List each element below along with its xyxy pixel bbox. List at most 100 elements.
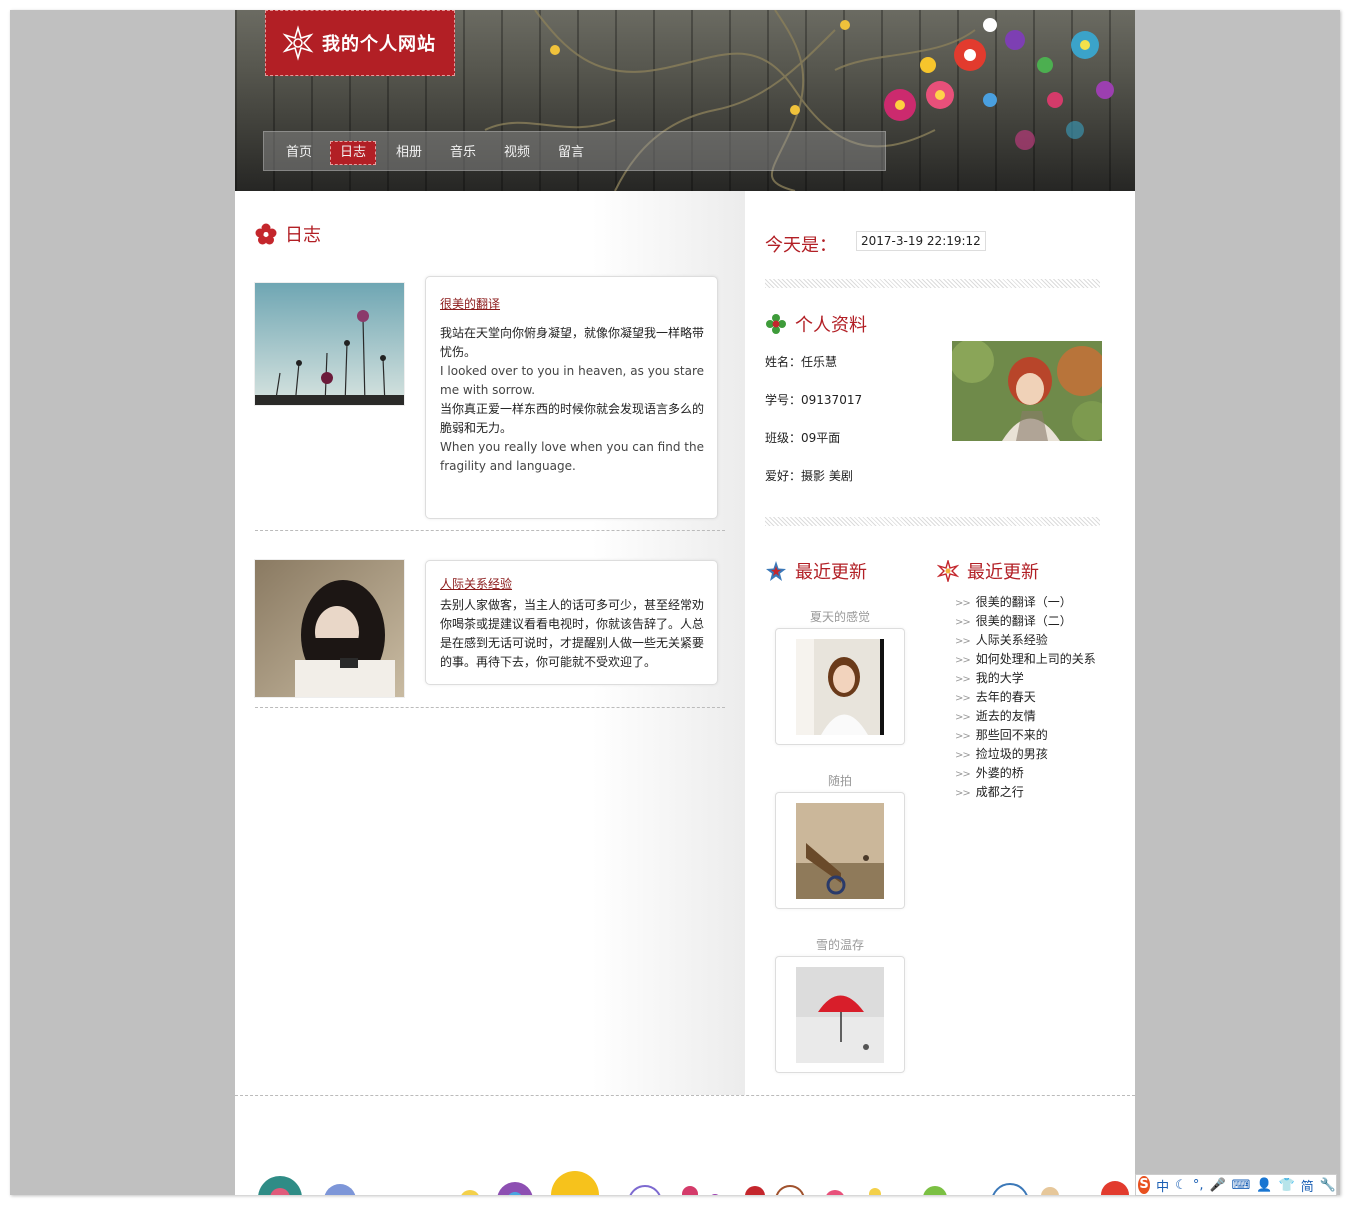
profile-name: 姓名：任乐慧 <box>765 353 837 370</box>
profile-field-label: 姓名： <box>765 355 802 369</box>
keyboard-icon[interactable]: ⌨ <box>1232 1178 1251 1193</box>
moon-icon[interactable]: ☾ <box>1175 1178 1187 1193</box>
profile-title-text: 个人资料 <box>795 315 867 336</box>
microphone-icon[interactable]: 🎤 <box>1209 1178 1225 1193</box>
double-chevron-icon: >> <box>955 674 971 685</box>
profile-field-label: 学号： <box>765 393 802 407</box>
footer-floral-decoration <box>258 1171 1129 1195</box>
section-divider <box>765 279 1100 288</box>
profile-class: 班级：09平面 <box>765 429 840 446</box>
entry-divider <box>255 530 725 531</box>
list-item[interactable]: >> 外婆的桥 <box>955 764 1096 783</box>
ime-simplified-toggle[interactable]: 简 <box>1301 1176 1314 1195</box>
double-chevron-icon: >> <box>955 750 971 761</box>
flower-outline-icon <box>937 560 959 582</box>
nav-item-music[interactable]: 音乐 <box>450 142 476 164</box>
photo-card[interactable] <box>775 792 905 909</box>
list-item[interactable]: >> 逝去的友情 <box>955 707 1096 726</box>
double-chevron-icon: >> <box>955 636 971 647</box>
entry-card: 很美的翻译 我站在天堂向你俯身凝望，就像你凝望我一样略带忧伤。 I looked… <box>425 276 718 519</box>
photo-summer <box>796 638 884 735</box>
ime-toolbar: S 中 ☾ °, 🎤 ⌨ 👤 👕 简 🔧 <box>1135 1174 1337 1196</box>
double-chevron-icon: >> <box>955 617 971 628</box>
skin-shirt-icon[interactable]: 👕 <box>1279 1178 1295 1193</box>
list-item[interactable]: >> 那些回不来的 <box>955 726 1096 745</box>
profile-field-value: 09137017 <box>801 393 863 407</box>
profile-field-value: 09平面 <box>801 431 841 445</box>
photo-snow <box>796 966 884 1063</box>
list-item[interactable]: >> 如何处理和上司的关系 <box>955 650 1096 669</box>
entry-paragraph: I looked over to you in heaven, as you s… <box>440 364 704 397</box>
entry-thumbnail-girl[interactable] <box>255 560 404 697</box>
list-item[interactable]: >> 我的大学 <box>955 669 1096 688</box>
double-chevron-icon: >> <box>955 788 971 799</box>
user-icon[interactable]: 👤 <box>1256 1178 1272 1193</box>
today-label: 今天是： <box>765 235 837 256</box>
entry-title-link[interactable]: 人际关系经验 <box>440 575 704 592</box>
list-item-label: 捡垃圾的男孩 <box>975 747 1048 761</box>
nav-item-album[interactable]: 相册 <box>396 142 422 164</box>
nav-item-blog[interactable]: 日志 <box>330 141 377 165</box>
green-flower-icon <box>766 314 786 334</box>
double-chevron-icon: >> <box>955 731 971 742</box>
sogou-logo-icon[interactable]: S <box>1138 1176 1151 1194</box>
list-item-label: 很美的翻译（一） <box>975 595 1072 609</box>
list-item[interactable]: >> 捡垃圾的男孩 <box>955 745 1096 764</box>
recent-section-title: 最近更新 <box>937 558 1039 584</box>
profile-field-value: 任乐慧 <box>801 355 838 369</box>
profile-field-label: 班级： <box>765 431 802 445</box>
list-item[interactable]: >> 很美的翻译（二） <box>955 612 1096 631</box>
wrench-icon[interactable]: 🔧 <box>1320 1178 1336 1193</box>
nav-item-video[interactable]: 视频 <box>504 142 530 164</box>
photo-caption: 夏天的感觉 <box>809 610 870 624</box>
list-item-label: 人际关系经验 <box>975 633 1048 647</box>
entry-body: 我站在天堂向你俯身凝望，就像你凝望我一样略带忧伤。 I looked over … <box>440 324 704 476</box>
list-item-label: 去年的春天 <box>975 690 1036 704</box>
entry-body: 去别人家做客，当主人的话可多可少，甚至经常劝你喝茶或提建议看看电视时，你就该告辞… <box>440 596 704 672</box>
entry-paragraph: When you really love when you can find t… <box>440 440 704 473</box>
blog-title-text: 日志 <box>285 225 321 246</box>
entry-paragraph: 当你真正爱一样东西的时候你就会发现语言多么的脆弱和无力。 <box>440 402 705 435</box>
list-item[interactable]: >> 成都之行 <box>955 783 1096 802</box>
list-item-label: 那些回不来的 <box>975 728 1048 742</box>
profile-hobby: 爱好：摄影 美剧 <box>765 467 853 484</box>
flower-outline-icon <box>282 25 314 61</box>
list-item-label: 外婆的桥 <box>975 766 1024 780</box>
double-chevron-icon: >> <box>955 655 971 666</box>
footer-divider <box>235 1095 1135 1096</box>
entry-paragraph: 我站在天堂向你俯身凝望，就像你凝望我一样略带忧伤。 <box>440 326 705 359</box>
list-item-label: 成都之行 <box>975 785 1024 799</box>
date-time-display: 2017-3-19 22:19:12 <box>856 231 986 251</box>
profile-section-title: 个人资料 <box>765 311 867 337</box>
list-item[interactable]: >> 人际关系经验 <box>955 631 1096 650</box>
profile-photo <box>952 341 1102 441</box>
recent-posts-list: >> 很美的翻译（一） >> 很美的翻译（二） >> 人际关系经验 >> 如何处理和上司… <box>955 593 1096 802</box>
photo-caption: 随拍 <box>827 774 852 788</box>
profile-field-label: 爱好： <box>765 469 802 483</box>
list-item-label: 很美的翻译（二） <box>975 614 1072 628</box>
list-item-label: 我的大学 <box>975 671 1024 685</box>
photo-card[interactable] <box>775 628 905 745</box>
section-divider <box>765 517 1100 526</box>
photos-title-text: 最近更新 <box>795 562 867 583</box>
site-logo[interactable]: 我的个人网站 <box>265 10 455 76</box>
double-chevron-icon: >> <box>955 712 971 723</box>
entry-thumbnail-flowers[interactable] <box>255 283 404 405</box>
photos-section-title: 最近更新 <box>765 558 867 584</box>
list-item[interactable]: >> 去年的春天 <box>955 688 1096 707</box>
recent-title-text: 最近更新 <box>967 562 1039 583</box>
punctuation-icon[interactable]: °, <box>1193 1178 1204 1193</box>
web-page: 我的个人网站 首页 日志 相册 音乐 视频 留言 日志 很美的翻译 我站在天堂向… <box>235 10 1135 1195</box>
star-icon <box>766 561 786 581</box>
site-header: 我的个人网站 首页 日志 相册 音乐 视频 留言 <box>235 10 1135 191</box>
list-item[interactable]: >> 很美的翻译（一） <box>955 593 1096 612</box>
double-chevron-icon: >> <box>955 693 971 704</box>
nav-item-guestbook[interactable]: 留言 <box>558 142 584 164</box>
photo-card[interactable] <box>775 956 905 1073</box>
profile-student-id: 学号：09137017 <box>765 391 862 408</box>
nav-item-home[interactable]: 首页 <box>286 142 312 164</box>
list-item-label: 逝去的友情 <box>975 709 1036 723</box>
ime-mode-toggle[interactable]: 中 <box>1156 1176 1169 1195</box>
entry-title-link[interactable]: 很美的翻译 <box>440 295 704 312</box>
blog-column: 日志 很美的翻译 我站在天堂向你俯身凝望，就像你凝望我一样略带忧伤。 I loo… <box>235 191 745 1095</box>
